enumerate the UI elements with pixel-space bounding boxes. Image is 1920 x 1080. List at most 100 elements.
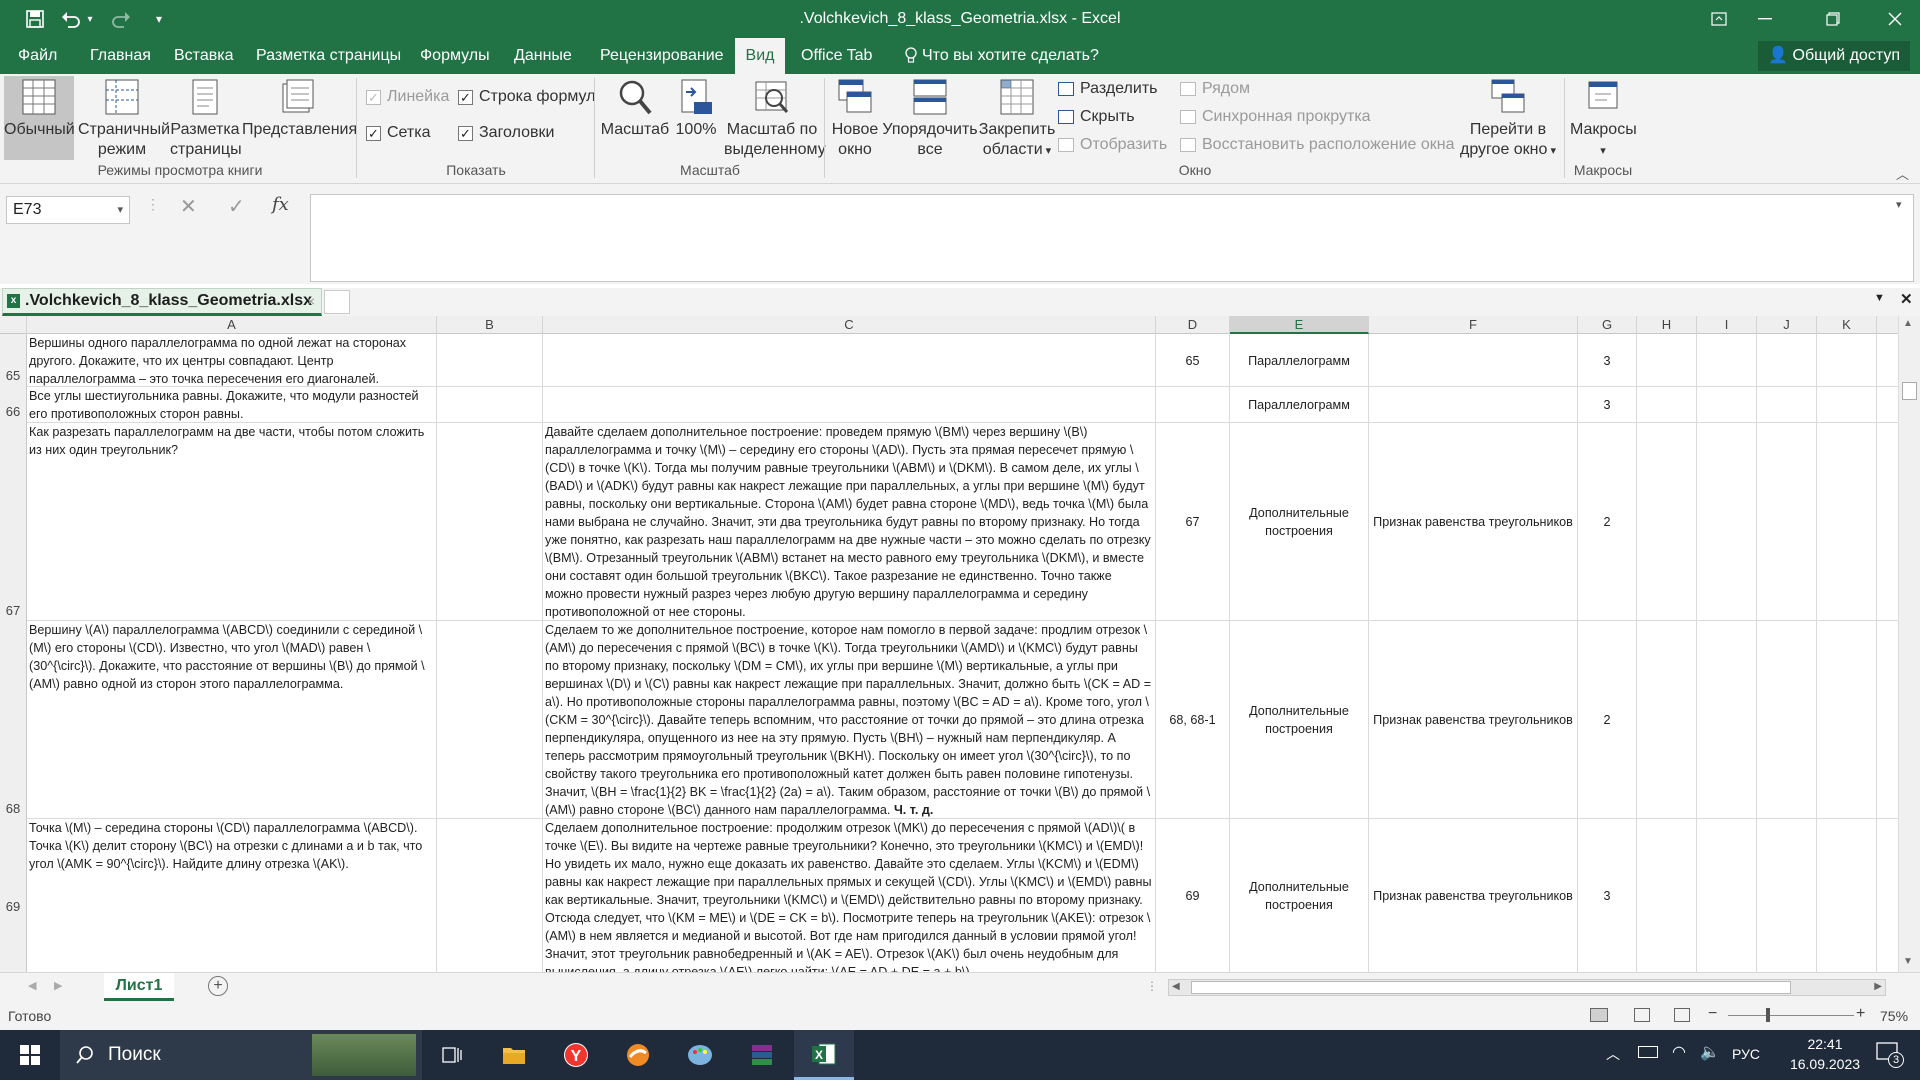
reset-window-position-button[interactable]: Восстановить расположение окна: [1180, 136, 1455, 154]
arrange-all-button[interactable]: Упорядочить все: [882, 76, 978, 160]
cell-i[interactable]: [1697, 387, 1757, 423]
document-tab[interactable]: x .Volchkevich_8_klass_Geometria.xlsx ×: [2, 288, 322, 316]
cell-g[interactable]: 3: [1578, 387, 1637, 423]
ruler-checkbox[interactable]: ✓ Линейка: [366, 88, 449, 106]
cell-j[interactable]: [1757, 334, 1817, 387]
cell-i[interactable]: [1697, 621, 1757, 819]
expand-formula-bar-icon[interactable]: ▾: [1896, 198, 1902, 211]
battery-icon[interactable]: [1638, 1046, 1658, 1058]
tell-me-search[interactable]: Что вы хотите сделать?: [896, 38, 1107, 74]
zoom-100-button[interactable]: 100%: [672, 76, 720, 140]
splitter-handle-icon[interactable]: ⋮: [1146, 979, 1158, 993]
cell-c[interactable]: Давайте сделаем дополнительное построени…: [543, 423, 1156, 621]
unhide-button[interactable]: Отобразить: [1058, 136, 1167, 154]
tab-office-tab[interactable]: Office Tab: [793, 38, 880, 74]
scroll-down-icon[interactable]: ▼: [1903, 956, 1913, 967]
switch-windows-button[interactable]: Перейти в другое окно ▾: [1454, 76, 1562, 161]
clock[interactable]: 22:41 16.09.2023: [1784, 1036, 1866, 1072]
formula-input[interactable]: [310, 194, 1914, 282]
cell-h[interactable]: [1637, 819, 1697, 972]
cell-g[interactable]: 2: [1578, 423, 1637, 621]
cell-a[interactable]: Вершину \(A\) параллелограмма \(ABCD\) с…: [27, 621, 437, 819]
cell-b[interactable]: [437, 387, 543, 423]
close-tab-icon[interactable]: ×: [307, 289, 315, 313]
cell-c[interactable]: Сделаем дополнительное построение: продо…: [543, 819, 1156, 972]
excel-taskbar-icon[interactable]: X: [794, 1030, 854, 1080]
column-header-j[interactable]: J: [1757, 316, 1817, 334]
cell-a[interactable]: Вершины одного параллелограмма по одной …: [27, 334, 437, 387]
macros-button[interactable]: Макросы ▾: [1570, 76, 1637, 161]
zoom-to-selection-button[interactable]: Масштаб по выделенному: [724, 76, 826, 160]
cell-h[interactable]: [1637, 334, 1697, 387]
winrar-icon[interactable]: [732, 1030, 792, 1080]
tab-review[interactable]: Рецензирование: [592, 38, 732, 74]
cell-k[interactable]: [1817, 387, 1877, 423]
insert-function-icon[interactable]: fx: [272, 194, 289, 215]
cell-h[interactable]: [1637, 423, 1697, 621]
cell-d[interactable]: 68, 68-1: [1156, 621, 1230, 819]
scroll-right-icon[interactable]: ▶: [1874, 981, 1882, 992]
page-break-view-button[interactable]: Страничный режим: [78, 76, 170, 160]
scroll-left-icon[interactable]: ◀: [1172, 981, 1180, 992]
tab-data[interactable]: Данные: [506, 38, 580, 74]
language-indicator[interactable]: РУС: [1732, 1046, 1760, 1062]
tab-file[interactable]: Файл: [10, 38, 65, 74]
column-header-f[interactable]: F: [1369, 316, 1578, 334]
cell-e[interactable]: Параллелограмм: [1230, 334, 1369, 387]
cell-d[interactable]: 65: [1156, 334, 1230, 387]
cell-i[interactable]: [1697, 423, 1757, 621]
share-button[interactable]: 👤 Общий доступ: [1758, 41, 1910, 71]
zoom-slider-thumb[interactable]: [1766, 1008, 1770, 1022]
cell-g[interactable]: 3: [1578, 819, 1637, 972]
cell-b[interactable]: [437, 819, 543, 972]
yandex-browser-icon[interactable]: Y: [546, 1030, 606, 1080]
column-header-c[interactable]: C: [543, 316, 1156, 334]
collapse-ribbon-icon[interactable]: ︿: [1896, 164, 1909, 183]
sync-scrolling-button[interactable]: Синхронная прокрутка: [1180, 108, 1371, 126]
tab-home[interactable]: Главная: [82, 38, 159, 74]
cell-k[interactable]: [1817, 621, 1877, 819]
tab-insert[interactable]: Вставка: [166, 38, 241, 74]
cell-k[interactable]: [1817, 334, 1877, 387]
cell-i[interactable]: [1697, 819, 1757, 972]
cell-e[interactable]: Дополнительные построения: [1230, 819, 1369, 972]
wifi-icon[interactable]: ◠: [1672, 1042, 1686, 1062]
cell-b[interactable]: [437, 621, 543, 819]
freeze-panes-button[interactable]: Закрепить области ▾: [978, 76, 1056, 161]
close-all-tabs-icon[interactable]: ✕: [1900, 290, 1913, 308]
custom-views-button[interactable]: Представления: [242, 76, 357, 140]
notification-center-icon[interactable]: 3: [1876, 1042, 1904, 1068]
cell-e[interactable]: Дополнительные построения: [1230, 621, 1369, 819]
paint-icon[interactable]: [670, 1030, 730, 1080]
select-all-corner[interactable]: [0, 316, 27, 334]
cell-j[interactable]: [1757, 387, 1817, 423]
page-layout-status-icon[interactable]: [1634, 1008, 1650, 1022]
headings-checkbox[interactable]: ✓ Заголовки: [458, 124, 554, 142]
minimize-icon[interactable]: [1742, 0, 1788, 38]
cell-c[interactable]: [543, 334, 1156, 387]
cell-i[interactable]: [1697, 334, 1757, 387]
worksheet-grid[interactable]: A B C D E F G H I J K 65 Вершины одного …: [0, 316, 1898, 972]
horizontal-scrollbar[interactable]: ◀ ▶: [1168, 979, 1886, 996]
tab-list-dropdown-icon[interactable]: ▼: [1874, 292, 1885, 304]
name-box[interactable]: E73 ▾: [6, 196, 130, 224]
new-window-button[interactable]: Новое окно: [828, 76, 882, 160]
cell-a[interactable]: Как разрезать параллелограмм на две част…: [27, 423, 437, 621]
vertical-scroll-thumb[interactable]: [1902, 382, 1917, 400]
column-header-d[interactable]: D: [1156, 316, 1230, 334]
page-layout-view-button[interactable]: Разметка страницы: [170, 76, 242, 160]
cell-b[interactable]: [437, 334, 543, 387]
restore-icon[interactable]: [1810, 0, 1856, 38]
cell-d[interactable]: 67: [1156, 423, 1230, 621]
cell-e[interactable]: Дополнительные построения: [1230, 423, 1369, 621]
cell-j[interactable]: [1757, 819, 1817, 972]
cell-f[interactable]: Признак равенства треугольников: [1369, 621, 1578, 819]
cell-f[interactable]: Признак равенства треугольников: [1369, 819, 1578, 972]
cell-d[interactable]: [1156, 387, 1230, 423]
cell-b[interactable]: [437, 423, 543, 621]
cell-g[interactable]: 3: [1578, 334, 1637, 387]
close-icon[interactable]: [1872, 0, 1918, 38]
row-header[interactable]: 68: [0, 621, 27, 819]
normal-view-status-icon[interactable]: [1590, 1008, 1608, 1022]
taskbar-search-box[interactable]: Поиск: [60, 1030, 422, 1080]
